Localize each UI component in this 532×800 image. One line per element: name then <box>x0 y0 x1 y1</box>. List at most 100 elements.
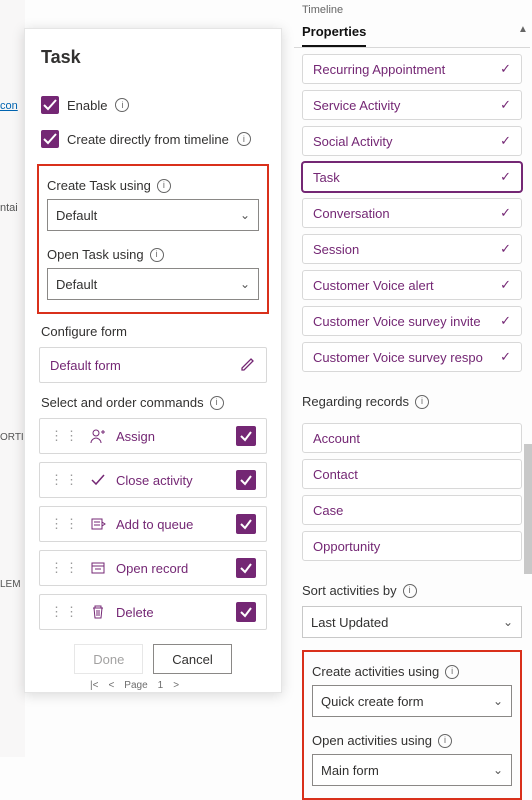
command-row-open-record[interactable]: ⋮⋮ Open record <box>39 550 267 586</box>
panel-title: Task <box>41 47 267 68</box>
done-button: Done <box>74 644 143 674</box>
regarding-contact[interactable]: Contact <box>302 459 522 489</box>
check-icon: ✓ <box>500 241 511 257</box>
create-from-timeline-checkbox-row[interactable]: Create directly from timeline i <box>41 130 267 148</box>
enable-checkbox-row[interactable]: Enable i <box>41 96 267 114</box>
create-activities-using-select[interactable]: Quick create form ⌄ <box>312 685 512 717</box>
configure-form-label: Configure form <box>41 324 267 339</box>
info-icon[interactable]: i <box>403 584 417 598</box>
check-icon <box>90 472 106 488</box>
regarding-account[interactable]: Account <box>302 423 522 453</box>
sort-activities-select[interactable]: Last Updated ⌄ <box>302 606 522 638</box>
pager-next-icon[interactable]: > <box>173 680 179 691</box>
select-value: Default <box>56 208 97 223</box>
activity-type-recurring-appointment[interactable]: Recurring Appointment ✓ <box>302 54 522 84</box>
chevron-down-icon: ⌄ <box>503 615 513 629</box>
create-direct-label: Create directly from timeline <box>67 132 229 147</box>
activity-type-customer-voice-alert[interactable]: Customer Voice alert ✓ <box>302 270 522 300</box>
open-activities-using-label: Open activities using i <box>312 733 512 748</box>
person-icon <box>90 428 106 444</box>
activity-type-customer-voice-survey-invite[interactable]: Customer Voice survey invite ✓ <box>302 306 522 336</box>
pill-label: Customer Voice alert <box>313 278 434 293</box>
edit-icon[interactable] <box>240 356 256 375</box>
drag-handle-icon[interactable]: ⋮⋮ <box>50 428 80 444</box>
select-value: Main form <box>321 763 379 778</box>
check-icon: ✓ <box>500 169 511 185</box>
info-icon[interactable]: i <box>115 98 129 112</box>
trash-icon <box>90 604 106 620</box>
info-icon[interactable]: i <box>438 734 452 748</box>
pill-label: Account <box>313 431 360 446</box>
drag-handle-icon[interactable]: ⋮⋮ <box>50 560 80 576</box>
truncated-text: ORTI <box>0 432 24 443</box>
command-label: Delete <box>116 605 226 620</box>
command-row-close-activity[interactable]: ⋮⋮ Close activity <box>39 462 267 498</box>
activity-type-task[interactable]: Task ✓ <box>302 162 522 192</box>
checkbox-checked-icon[interactable] <box>236 602 256 622</box>
truncated-link[interactable]: con <box>0 100 18 112</box>
command-row-add-to-queue[interactable]: ⋮⋮ Add to queue <box>39 506 267 542</box>
pill-label: Case <box>313 503 343 518</box>
queue-icon <box>90 516 106 532</box>
tab-properties[interactable]: Properties <box>302 24 366 47</box>
chevron-down-icon: ⌄ <box>493 763 503 777</box>
pill-label: Conversation <box>313 206 390 221</box>
drag-handle-icon[interactable]: ⋮⋮ <box>50 472 80 488</box>
checkbox-checked-icon[interactable] <box>236 426 256 446</box>
enable-label: Enable <box>67 98 107 113</box>
drag-handle-icon[interactable]: ⋮⋮ <box>50 516 80 532</box>
command-label: Close activity <box>116 473 226 488</box>
info-icon[interactable]: i <box>445 665 459 679</box>
pager-prev-icon[interactable]: < <box>108 680 114 691</box>
vertical-scrollbar[interactable] <box>524 444 532 574</box>
info-icon[interactable]: i <box>210 396 224 410</box>
activity-type-session[interactable]: Session ✓ <box>302 234 522 264</box>
create-task-using-select[interactable]: Default ⌄ <box>47 199 259 231</box>
chevron-down-icon: ⌄ <box>493 694 503 708</box>
pill-label: Contact <box>313 467 358 482</box>
info-icon[interactable]: i <box>237 132 251 146</box>
select-value: Default <box>56 277 97 292</box>
command-row-assign[interactable]: ⋮⋮ Assign <box>39 418 267 454</box>
checkbox-checked-icon[interactable] <box>236 514 256 534</box>
commands-label: Select and order commands i <box>41 395 267 410</box>
activity-type-service-activity[interactable]: Service Activity ✓ <box>302 90 522 120</box>
open-task-using-select[interactable]: Default ⌄ <box>47 268 259 300</box>
select-value: Quick create form <box>321 694 424 709</box>
chevron-down-icon: ⌄ <box>240 277 250 291</box>
checkbox-checked-icon[interactable] <box>236 470 256 490</box>
regarding-case[interactable]: Case <box>302 495 522 525</box>
check-icon: ✓ <box>500 205 511 221</box>
info-icon[interactable]: i <box>157 179 171 193</box>
check-icon: ✓ <box>500 277 511 293</box>
activity-type-customer-voice-survey-response[interactable]: Customer Voice survey respo ✓ <box>302 342 522 372</box>
truncated-text: ntai <box>0 202 18 214</box>
drag-handle-icon[interactable]: ⋮⋮ <box>50 604 80 620</box>
checkbox-checked-icon[interactable] <box>236 558 256 578</box>
info-icon[interactable]: i <box>150 248 164 262</box>
highlight-create-open-task: Create Task using i Default ⌄ Open Task … <box>37 164 269 314</box>
command-label: Open record <box>116 561 226 576</box>
sort-activities-label: Sort activities by i <box>302 583 522 598</box>
pager-first-icon[interactable]: |< <box>90 680 98 691</box>
open-activities-using-select[interactable]: Main form ⌄ <box>312 754 512 786</box>
panel-footer: Done Cancel <box>39 644 267 674</box>
task-config-panel: Task Enable i Create directly from timel… <box>24 28 282 693</box>
properties-pane: Timeline Properties ▲ Recurring Appointm… <box>294 0 530 800</box>
info-icon[interactable]: i <box>415 395 429 409</box>
check-icon: ✓ <box>500 133 511 149</box>
configure-form-select[interactable]: Default form <box>39 347 267 383</box>
pill-label: Customer Voice survey invite <box>313 314 481 329</box>
pager: |< < Page 1 > <box>90 680 179 691</box>
chevron-down-icon: ⌄ <box>240 208 250 222</box>
pager-number: 1 <box>158 680 164 691</box>
pill-label: Opportunity <box>313 539 380 554</box>
pill-label: Social Activity <box>313 134 392 149</box>
regarding-opportunity[interactable]: Opportunity <box>302 531 522 561</box>
collapse-icon[interactable]: ▲ <box>516 24 530 35</box>
command-row-delete[interactable]: ⋮⋮ Delete <box>39 594 267 630</box>
activity-type-social-activity[interactable]: Social Activity ✓ <box>302 126 522 156</box>
activity-type-conversation[interactable]: Conversation ✓ <box>302 198 522 228</box>
check-icon: ✓ <box>500 97 511 113</box>
cancel-button[interactable]: Cancel <box>153 644 231 674</box>
